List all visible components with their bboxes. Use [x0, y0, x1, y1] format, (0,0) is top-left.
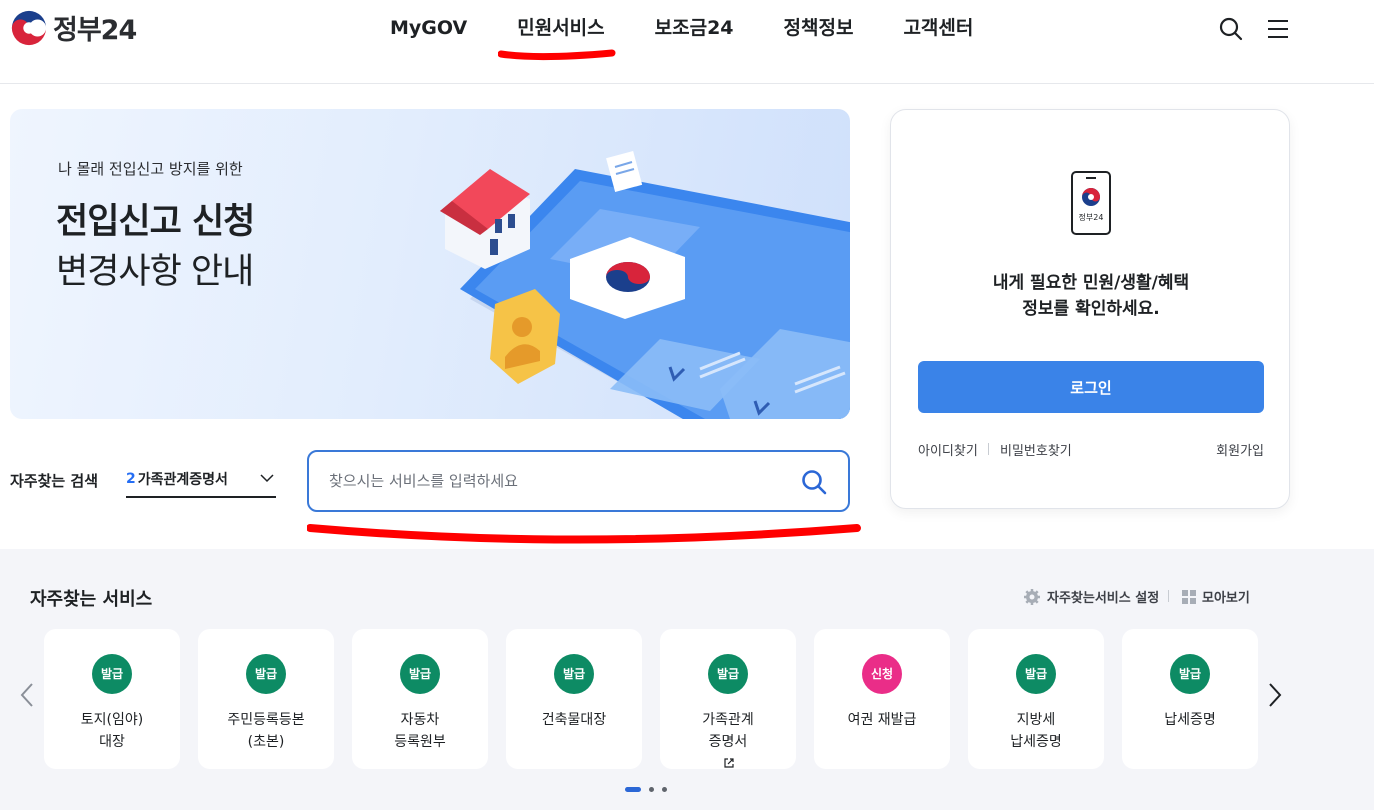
annotation-underline: [498, 49, 616, 61]
service-card-tax-certificate[interactable]: 발급 납세증명: [1122, 629, 1258, 769]
external-link-icon: [723, 758, 734, 768]
service-name-line1: 토지(임야): [80, 712, 144, 728]
issue-badge: 발급: [1170, 654, 1210, 694]
search-area: 자주찾는 검색 2 가족관계증명서: [10, 448, 850, 514]
service-name: 여권 재발급: [814, 709, 950, 731]
issue-badge: 발급: [246, 654, 286, 694]
service-name: 지방세 납세증명: [968, 709, 1104, 753]
banner-subtitle: 나 몰래 전입신고 방지를 위한: [58, 160, 243, 178]
issue-badge: 발급: [554, 654, 594, 694]
service-card-vehicle-register[interactable]: 발급 자동차 등록원부: [352, 629, 488, 769]
logo-text: 정부24: [53, 15, 137, 46]
banner-title-line1: 전입신고 신청: [56, 202, 255, 242]
chevron-down-icon: [260, 474, 274, 483]
nav-policy-info[interactable]: 정책정보: [759, 0, 879, 56]
find-id-link[interactable]: 아이디찾기: [918, 440, 978, 459]
divider: [1168, 590, 1169, 602]
section-title: 자주찾는 서비스: [30, 589, 153, 610]
hamburger-menu-icon[interactable]: [1265, 16, 1291, 42]
search-input[interactable]: [329, 452, 789, 510]
nav-subsidy24[interactable]: 보조금24: [630, 0, 759, 56]
login-card: 정부24 내게 필요한 민원/생활/혜택 정보를 확인하세요. 로그인 아이디찾…: [890, 109, 1290, 509]
service-card-land-register[interactable]: 발급 토지(임야) 대장: [44, 629, 180, 769]
frequent-search-rank: 2: [126, 471, 136, 487]
service-name: 자동차 등록원부: [352, 709, 488, 753]
search-icon[interactable]: [800, 468, 828, 496]
service-name-line1: 건축물대장: [541, 712, 607, 728]
frequent-search-keyword: 가족관계증명서: [137, 472, 228, 488]
service-name-line2: 납세증명: [1010, 734, 1062, 750]
service-name-line2: 등록원부: [394, 734, 446, 750]
issue-badge: 발급: [400, 654, 440, 694]
service-card-building-register[interactable]: 발급 건축물대장: [506, 629, 642, 769]
annotation-underline: [307, 524, 861, 544]
pagination-dot-active[interactable]: [625, 787, 641, 792]
frequent-search-select[interactable]: 2 가족관계증명서: [126, 462, 276, 498]
service-name-line1: 납세증명: [1164, 712, 1216, 728]
service-name-line1: 자동차: [400, 712, 440, 728]
main-nav: MyGOV 민원서비스 보조금24 정책정보 고객센터: [365, 0, 998, 56]
logo[interactable]: 정부24: [10, 8, 137, 47]
service-name-line2-wrap: 증명서: [660, 731, 796, 775]
service-settings-label: 자주찾는서비스 설정: [1047, 591, 1160, 606]
frequent-services-section: 자주찾는 서비스 자주찾는서비스 설정 모아보기 발급 토지(임야) 대장 발급…: [0, 549, 1374, 810]
service-name-line1: 주민등록등본: [227, 712, 305, 728]
issue-badge: 발급: [1016, 654, 1056, 694]
main-banner[interactable]: 나 몰래 전입신고 방지를 위한 전입신고 신청 변경사항 안내: [10, 109, 850, 419]
service-name-line2: 대장: [99, 734, 125, 750]
issue-badge: 발급: [708, 654, 748, 694]
service-name-line2: 증명서: [708, 734, 748, 750]
service-name: 납세증명: [1122, 709, 1258, 731]
login-message-line1: 내게 필요한 민원/생활/혜택: [992, 273, 1190, 293]
find-password-link[interactable]: 비밀번호찾기: [1000, 440, 1072, 459]
login-message: 내게 필요한 민원/생활/혜택 정보를 확인하세요.: [891, 270, 1291, 322]
view-all-button[interactable]: 모아보기: [1182, 587, 1250, 606]
service-name: 토지(임야) 대장: [44, 709, 180, 753]
apply-badge: 신청: [862, 654, 902, 694]
service-name-line1: 지방세: [1016, 712, 1056, 728]
service-settings-button[interactable]: 자주찾는서비스 설정: [1023, 587, 1159, 606]
grid-icon: [1182, 589, 1196, 604]
nav-customer-center[interactable]: 고객센터: [878, 0, 998, 56]
login-button[interactable]: 로그인: [918, 361, 1264, 413]
pagination-dot[interactable]: [649, 787, 654, 792]
service-card-resident-register[interactable]: 발급 주민등록등본 (초본): [198, 629, 334, 769]
banner-illustration: [440, 150, 850, 419]
view-all-label: 모아보기: [1202, 591, 1250, 606]
issue-badge: 발급: [92, 654, 132, 694]
service-name: 건축물대장: [506, 709, 642, 731]
service-name: 가족관계 증명서: [660, 709, 796, 775]
chevron-left-icon[interactable]: [18, 681, 36, 709]
service-card-list: 발급 토지(임야) 대장 발급 주민등록등본 (초본) 발급 자동차 등록원부 …: [44, 629, 1258, 769]
search-icon[interactable]: [1218, 16, 1244, 42]
login-message-line2: 정보를 확인하세요.: [1022, 299, 1160, 319]
service-name-line2: (초본): [247, 734, 285, 750]
taegeuk-logo-icon: [11, 10, 47, 45]
service-card-local-tax-certificate[interactable]: 발급 지방세 납세증명: [968, 629, 1104, 769]
banner-title: 전입신고 신청 변경사항 안내: [56, 197, 255, 297]
link-divider: [988, 443, 989, 455]
phone-icon-label: 정부24: [1079, 212, 1104, 222]
carousel-pagination: [625, 787, 667, 792]
pagination-dot[interactable]: [662, 787, 667, 792]
nav-mygov[interactable]: MyGOV: [365, 0, 492, 56]
service-name-line1: 여권 재발급: [847, 712, 917, 728]
service-name-line1: 가족관계: [702, 712, 754, 728]
chevron-right-icon[interactable]: [1266, 681, 1284, 709]
service-name: 주민등록등본 (초본): [198, 709, 334, 753]
gear-icon: [1024, 588, 1040, 605]
search-box: [307, 450, 850, 512]
site-header: 정부24 MyGOV 민원서비스 보조금24 정책정보 고객센터: [0, 0, 1374, 84]
banner-title-line2: 변경사항 안내: [56, 252, 254, 292]
frequent-search-label: 자주찾는 검색: [10, 472, 99, 490]
service-card-passport-reissue[interactable]: 신청 여권 재발급: [814, 629, 950, 769]
signup-link[interactable]: 회원가입: [1216, 440, 1264, 459]
service-card-family-certificate[interactable]: 발급 가족관계 증명서: [660, 629, 796, 769]
mobile-phone-icon: 정부24: [1071, 171, 1111, 235]
